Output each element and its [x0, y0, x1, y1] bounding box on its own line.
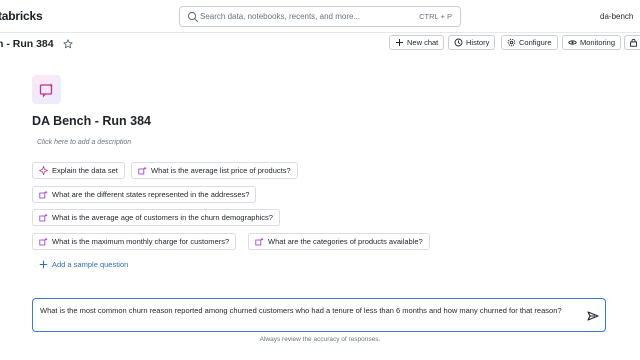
table-sparkle-icon [255, 237, 264, 246]
disclaimer-caption: Always review the accuracy of responses. [259, 336, 381, 343]
monitoring-label: Monitoring [580, 38, 616, 47]
plus-icon [396, 39, 403, 46]
sample-question-chip[interactable]: What are the different states represente… [32, 186, 257, 203]
send-icon[interactable] [586, 309, 600, 323]
sparkle-icon [39, 166, 48, 175]
history-icon [454, 38, 463, 47]
description-placeholder[interactable]: Click here to add a description [37, 139, 131, 146]
sample-question-label: What is the average age of customers in … [52, 213, 273, 222]
brand-logo[interactable]: tabricks [0, 9, 43, 23]
room-title: DA Bench - Run 384 [32, 114, 152, 128]
page-title: n - Run 384 [0, 38, 54, 50]
chat-sparkle-icon [39, 82, 53, 98]
configure-button[interactable]: Configure [501, 35, 558, 50]
new-chat-label: New chat [407, 38, 439, 47]
add-sample-question-label: Add a sample question [52, 260, 129, 269]
configure-label: Configure [519, 38, 552, 47]
genie-room-icon [32, 75, 61, 104]
star-icon[interactable] [63, 39, 73, 49]
share-button[interactable] [624, 35, 640, 50]
sample-question-label: What are the different states represente… [52, 190, 250, 199]
lock-icon [630, 38, 637, 47]
sample-question-label: What is the maximum monthly charge for c… [52, 237, 230, 246]
workspace-switcher[interactable]: da-bench [600, 12, 633, 21]
top-bar: tabricks CTRL + P da-bench [0, 0, 640, 33]
gear-icon [507, 38, 516, 47]
sample-question-label: What is the average list price of produc… [151, 166, 291, 175]
sample-question-chip[interactable]: Explain the data set [32, 162, 125, 179]
sample-question-chip[interactable]: What is the average age of customers in … [32, 209, 280, 226]
chat-input[interactable]: What is the most common churn reason rep… [40, 305, 570, 316]
plus-icon [39, 260, 48, 269]
table-sparkle-icon [39, 237, 48, 246]
search-icon [187, 11, 199, 23]
sample-question-chip[interactable]: What is the maximum monthly charge for c… [32, 233, 237, 250]
search-box[interactable]: CTRL + P [179, 6, 461, 27]
search-shortcut: CTRL + P [419, 12, 452, 21]
sample-question-chip[interactable]: What are the categories of products avai… [248, 233, 430, 250]
monitoring-button[interactable]: Monitoring [562, 35, 622, 50]
new-chat-button[interactable]: New chat [389, 35, 445, 50]
history-button[interactable]: History [448, 35, 496, 50]
table-sparkle-icon [138, 166, 147, 175]
sample-question-chip[interactable]: What is the average list price of produc… [131, 162, 298, 179]
sample-question-label: Explain the data set [52, 166, 118, 175]
eye-icon [568, 40, 577, 45]
table-sparkle-icon [39, 213, 48, 222]
table-sparkle-icon [39, 190, 48, 199]
room-header: n - Run 384 New chat History Configure M… [0, 33, 640, 55]
search-input[interactable] [200, 9, 400, 24]
chat-input-box[interactable]: What is the most common churn reason rep… [32, 298, 606, 332]
history-label: History [466, 38, 490, 47]
add-sample-question-link[interactable]: Add a sample question [39, 260, 128, 269]
sample-question-label: What are the categories of products avai… [268, 237, 423, 246]
